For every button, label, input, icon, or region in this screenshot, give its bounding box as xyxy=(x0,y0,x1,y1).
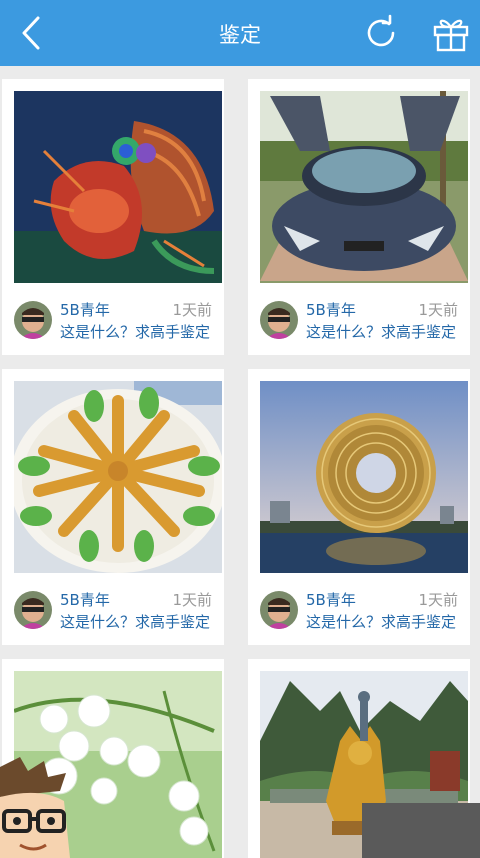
username[interactable]: 5B青年 xyxy=(60,589,110,610)
post-card[interactable]: 5B青年 1天前 这是什么？求高手鉴定 xyxy=(2,79,224,355)
timestamp: 1天前 xyxy=(172,301,212,319)
timestamp: 1天前 xyxy=(418,591,458,609)
post-text: 这是什么？求高手鉴定 xyxy=(60,323,211,341)
post-text: 这是什么？求高手鉴定 xyxy=(306,323,457,341)
username[interactable]: 5B青年 xyxy=(60,299,110,320)
post-card[interactable]: 5B青年 1天前 这是什么？求高手鉴定 xyxy=(2,369,224,645)
post-text: 这是什么？求高手鉴定 xyxy=(60,613,211,631)
post-card[interactable]: 5B青年 1天前 这是什么？求高手鉴定 xyxy=(248,79,470,355)
sports-car-photo[interactable] xyxy=(260,91,468,283)
timestamp: 1天前 xyxy=(172,591,212,609)
top-bar: 鉴定 xyxy=(0,0,480,66)
gift-icon[interactable] xyxy=(432,14,470,52)
mascot-floating-button[interactable] xyxy=(0,757,82,858)
timestamp: 1天前 xyxy=(418,301,458,319)
refresh-icon[interactable] xyxy=(362,14,400,52)
mantis-shrimp-photo[interactable] xyxy=(14,91,222,283)
avatar[interactable] xyxy=(14,301,52,339)
overlay-panel xyxy=(362,803,480,858)
post-text: 这是什么？求高手鉴定 xyxy=(306,613,457,631)
username[interactable]: 5B青年 xyxy=(306,589,356,610)
username[interactable]: 5B青年 xyxy=(306,299,356,320)
avatar[interactable] xyxy=(14,591,52,629)
avatar[interactable] xyxy=(260,301,298,339)
ring-building-photo[interactable] xyxy=(260,381,468,573)
avatar[interactable] xyxy=(260,591,298,629)
page-title: 鉴定 xyxy=(219,23,261,47)
fried-shrimp-dish-photo[interactable] xyxy=(14,381,222,573)
post-card[interactable]: 5B青年 1天前 这是什么？求高手鉴定 xyxy=(248,369,470,645)
